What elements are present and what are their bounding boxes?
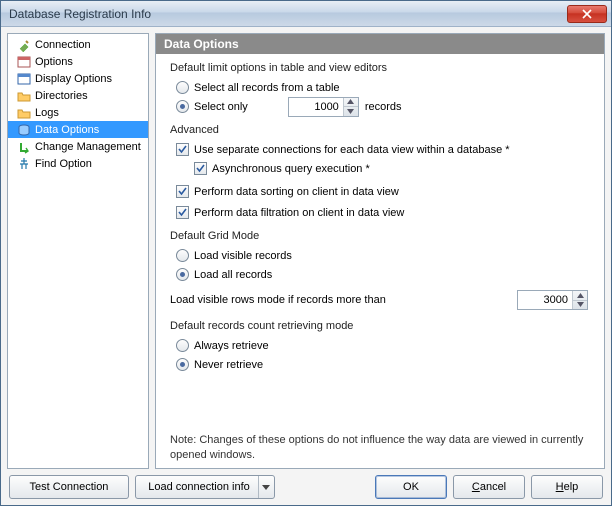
label-separate-conn: Use separate connections for each data v…	[194, 144, 510, 156]
tree-item-label: Data Options	[35, 124, 99, 136]
tree-item-change-management[interactable]: Change Management	[8, 138, 148, 155]
button-row: Test Connection Load connection info OK …	[7, 475, 605, 499]
cancel-button[interactable]: Cancel	[453, 475, 525, 499]
content-panel: Data Options Default limit options in ta…	[155, 33, 605, 469]
change-icon	[16, 139, 32, 155]
main-row: Connection Options Display Options Director…	[7, 33, 605, 469]
row-load-visible[interactable]: Load visible records	[176, 246, 590, 265]
row-separate-conn[interactable]: Use separate connections for each data v…	[176, 140, 590, 159]
label-never-retrieve: Never retrieve	[194, 359, 263, 371]
spinner-up[interactable]	[344, 98, 358, 108]
group-limit: Default limit options in table and view …	[170, 62, 590, 116]
chevron-down-icon	[262, 485, 270, 490]
dialog-window: Database Registration Info Connection Opt…	[0, 0, 612, 506]
radio-never-retrieve[interactable]	[176, 358, 189, 371]
nav-tree[interactable]: Connection Options Display Options Director…	[7, 33, 149, 469]
check-separate-conn[interactable]	[176, 143, 189, 156]
folder-icon	[16, 88, 32, 104]
spinner-down[interactable]	[344, 107, 358, 116]
tree-item-data-options[interactable]: Data Options	[8, 121, 148, 138]
group-title-retrieve: Default records count retrieving mode	[170, 320, 590, 332]
spinner-down-2[interactable]	[573, 301, 587, 310]
label-load-visible: Load visible records	[194, 250, 292, 262]
tree-item-display-options[interactable]: Display Options	[8, 70, 148, 87]
panel-title: Data Options	[156, 34, 604, 54]
label-sort-client: Perform data sorting on client in data v…	[194, 186, 399, 198]
row-async-query[interactable]: Asynchronous query execution *	[194, 159, 590, 178]
check-filter-client[interactable]	[176, 206, 189, 219]
radio-load-visible[interactable]	[176, 249, 189, 262]
find-icon	[16, 156, 32, 172]
plug-icon	[16, 37, 32, 53]
tree-item-label: Logs	[35, 107, 59, 119]
radio-load-all[interactable]	[176, 268, 189, 281]
window-title: Database Registration Info	[9, 7, 567, 21]
spinner-arrows-2	[572, 291, 587, 309]
group-title-limit: Default limit options in table and view …	[170, 62, 590, 74]
row-more-than: Load visible rows mode if records more t…	[170, 290, 590, 310]
label-select-only: Select only	[194, 101, 248, 113]
spinner-limit[interactable]	[288, 97, 359, 117]
form-icon	[16, 54, 32, 70]
input-limit-value[interactable]	[289, 98, 343, 116]
radio-select-all[interactable]	[176, 81, 189, 94]
folder-icon	[16, 105, 32, 121]
test-connection-button[interactable]: Test Connection	[9, 475, 129, 499]
tree-item-label: Display Options	[35, 73, 112, 85]
tree-item-connection[interactable]: Connection	[8, 36, 148, 53]
panel-body: Default limit options in table and view …	[156, 54, 604, 468]
titlebar[interactable]: Database Registration Info	[1, 1, 611, 27]
row-sort-client[interactable]: Perform data sorting on client in data v…	[176, 182, 590, 201]
row-always-retrieve[interactable]: Always retrieve	[176, 336, 590, 355]
close-button[interactable]	[567, 5, 607, 23]
tree-item-label: Options	[35, 56, 73, 68]
row-select-only[interactable]: Select only records	[176, 97, 590, 116]
group-retrieve: Default records count retrieving mode Al…	[170, 320, 590, 374]
group-advanced: Advanced Use separate connections for ea…	[170, 124, 590, 222]
dropdown-toggle[interactable]	[258, 476, 274, 498]
check-sort-client[interactable]	[176, 185, 189, 198]
tree-item-options[interactable]: Options	[8, 53, 148, 70]
data-icon	[16, 122, 32, 138]
spinner-up-2[interactable]	[573, 291, 587, 301]
tree-item-find-option[interactable]: Find Option	[8, 155, 148, 172]
group-title-grid: Default Grid Mode	[170, 230, 590, 242]
radio-always-retrieve[interactable]	[176, 339, 189, 352]
spinner-arrows	[343, 98, 358, 116]
label-select-all: Select all records from a table	[194, 82, 340, 94]
note-text: Note: Changes of these options do not in…	[170, 423, 590, 462]
display-icon	[16, 71, 32, 87]
input-more-than-value[interactable]	[518, 291, 572, 309]
help-button[interactable]: Help	[531, 475, 603, 499]
group-grid: Default Grid Mode Load visible records L…	[170, 230, 590, 312]
tree-item-label: Connection	[35, 39, 91, 51]
dialog-body: Connection Options Display Options Director…	[1, 27, 611, 505]
row-select-all[interactable]: Select all records from a table	[176, 78, 590, 97]
row-filter-client[interactable]: Perform data filtration on client in dat…	[176, 203, 590, 222]
tree-item-label: Change Management	[35, 141, 141, 153]
label-always-retrieve: Always retrieve	[194, 340, 269, 352]
label-more-than: Load visible rows mode if records more t…	[170, 294, 386, 306]
check-async-query[interactable]	[194, 162, 207, 175]
group-title-advanced: Advanced	[170, 124, 590, 136]
load-connection-info-button[interactable]: Load connection info	[135, 475, 275, 499]
spinner-more-than[interactable]	[517, 290, 588, 310]
close-icon	[582, 9, 592, 19]
label-load-all: Load all records	[194, 269, 272, 281]
ok-button[interactable]: OK	[375, 475, 447, 499]
tree-item-directories[interactable]: Directories	[8, 87, 148, 104]
tree-item-label: Directories	[35, 90, 88, 102]
label-records-suffix: records	[365, 101, 402, 113]
label-filter-client: Perform data filtration on client in dat…	[194, 207, 404, 219]
tree-item-logs[interactable]: Logs	[8, 104, 148, 121]
row-load-all[interactable]: Load all records	[176, 265, 590, 284]
row-never-retrieve[interactable]: Never retrieve	[176, 355, 590, 374]
load-connection-info-label: Load connection info	[148, 481, 250, 493]
label-async-query: Asynchronous query execution *	[212, 163, 370, 175]
tree-item-label: Find Option	[35, 158, 92, 170]
radio-select-only[interactable]	[176, 100, 189, 113]
